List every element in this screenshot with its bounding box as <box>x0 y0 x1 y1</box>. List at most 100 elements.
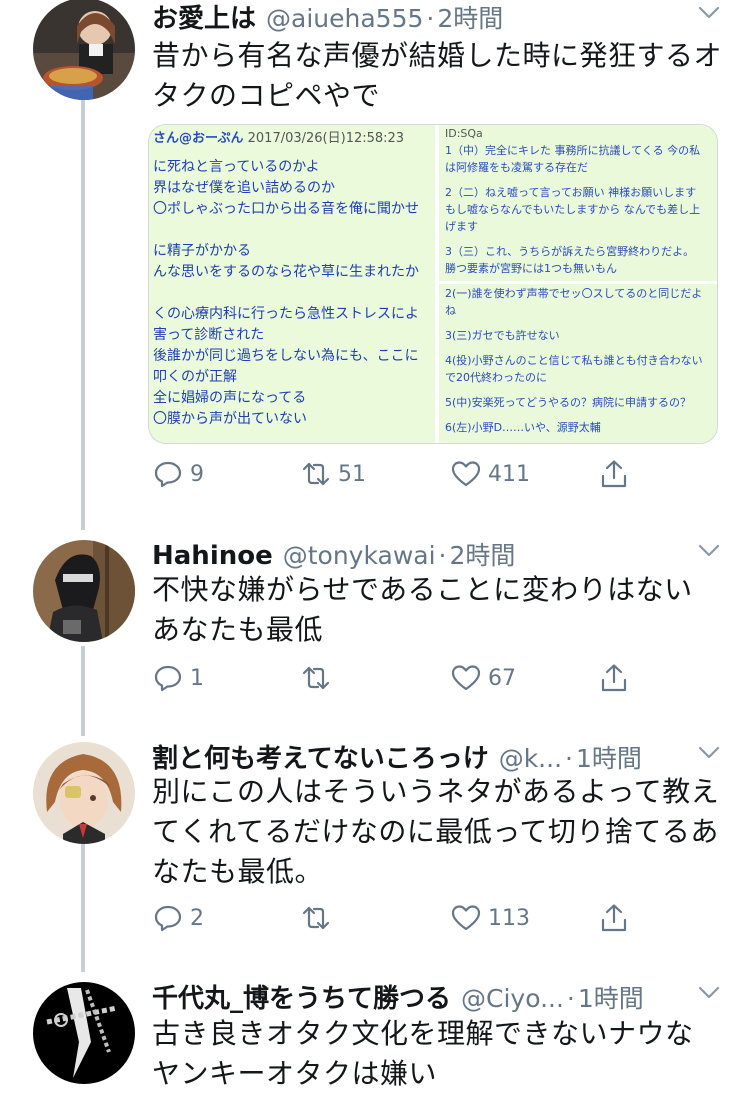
retweet-button[interactable] <box>300 902 338 934</box>
share-button[interactable] <box>598 662 630 694</box>
post-line: 4(投)小野さんのこと信じて私も誰とも付き合わない <box>445 354 703 367</box>
avatar[interactable] <box>33 540 135 642</box>
tweet[interactable]: Hahinoe @tonykawai · 2時間 不快な嫌がらせであることに変わ… <box>0 530 750 730</box>
like-count: 113 <box>488 905 530 931</box>
timestamp[interactable]: 2時間 <box>450 536 516 572</box>
post-line: 6(左)小野D……いや、源野太輔 <box>445 421 601 434</box>
post-body-bottom: 2(一)誰を使わず声帯でセッ〇スしてるのと同じだよ ね 3(三)ガセでも許せない… <box>445 285 711 436</box>
retweet-button[interactable]: 51 <box>300 458 366 490</box>
share-icon <box>601 460 627 488</box>
tweet-text-line: ヤンキーオタクは嫌い <box>152 1057 438 1090</box>
reply-button[interactable]: 9 <box>152 458 204 490</box>
post-line: 叩くのが正解 <box>153 369 237 385</box>
like-button[interactable]: 113 <box>450 902 530 934</box>
post-line: 3（三）これ、うちらが訴えたら宮野終わりだよ。 <box>445 245 695 258</box>
media-image-right[interactable]: ID:SQa 1（中）完全にキレた 事務所に抗議してくる 今の私 は阿修羅をも凌… <box>439 125 717 443</box>
tweet[interactable]: お愛上は @aiueha555 · 2時間 昔から有名な声優が結婚した時に発狂す… <box>0 0 750 520</box>
tweet-text-line: てくれてるだけなのに最低って切り捨てるあ <box>152 815 719 848</box>
post-line: げます <box>445 220 478 233</box>
post-line: ID:SQa <box>445 127 483 140</box>
like-count: 411 <box>488 461 530 487</box>
post-user: さん@おーぷん <box>153 131 244 146</box>
separator-dot: · <box>426 4 435 33</box>
post-line: 害って診断された <box>153 327 265 343</box>
chevron-down-icon[interactable] <box>698 986 720 1000</box>
display-name[interactable]: Hahinoe <box>152 541 273 571</box>
chevron-down-icon[interactable] <box>698 6 720 20</box>
reply-count: 9 <box>190 461 204 487</box>
reply-button[interactable]: 2 <box>152 902 204 934</box>
display-name[interactable]: 割と何も考えてないころっけ <box>152 738 489 775</box>
tweet-header: Hahinoe @tonykawai · 2時間 <box>152 536 686 572</box>
like-button[interactable]: 411 <box>450 458 530 490</box>
reply-count: 1 <box>190 665 204 691</box>
separator-dot: · <box>438 541 447 570</box>
heart-icon <box>451 905 481 931</box>
tweet-actions: 2 113 <box>152 902 642 942</box>
tweet-text: 別にこの人はそういうネタがあるよって教え てくれてるだけなのに最低って切り捨てる… <box>152 772 730 892</box>
share-icon <box>601 904 627 932</box>
reply-button[interactable]: 1 <box>152 662 204 694</box>
retweet-count: 51 <box>338 461 366 487</box>
post-line <box>445 176 711 184</box>
timestamp[interactable]: 1時間 <box>578 979 644 1015</box>
share-icon <box>601 664 627 692</box>
post-line <box>445 386 711 394</box>
post-line: んな思いをするのなら花や草に生まれたか <box>153 264 419 280</box>
tweet-actions: 9 51 411 <box>152 458 642 498</box>
post-line: 5(中)安楽死ってどうやるの？病院に申請するの？ <box>445 396 692 409</box>
post-line: 2(一)誰を使わず声帯でセッ〇スしてるのと同じだよ <box>445 287 703 300</box>
tweet[interactable]: 千代丸_博をうちて勝つる @Ciyo... · 1時間 古き良きオタク文化を理解… <box>0 972 750 1096</box>
tweet-text-line: 古き良きオタク文化を理解できないナウな <box>152 1017 694 1050</box>
post-header: さん@おーぷん 2017/03/26(日)12:58:23 <box>153 127 404 146</box>
post-line <box>445 411 711 419</box>
separator-dot: · <box>566 984 575 1013</box>
share-button[interactable] <box>598 902 630 934</box>
reply-icon <box>154 905 182 932</box>
post-line: 〇膜から声が出ていない <box>153 411 307 427</box>
post-line: に死ねと言っているのかよ <box>153 159 320 175</box>
post-line: 後誰かが同じ過ちをしない為にも、ここに <box>153 348 419 364</box>
like-button[interactable]: 67 <box>450 662 516 694</box>
post-line: 〇ポしゃぶった口から出る音を俺に聞かせ <box>153 201 419 217</box>
display-name[interactable]: 千代丸_博をうちて勝つる <box>152 978 451 1015</box>
media-divider <box>439 281 717 284</box>
avatar[interactable] <box>33 0 135 100</box>
media-image[interactable]: さん@おーぷん 2017/03/26(日)12:58:23 に死ねと言っているの… <box>148 124 718 444</box>
retweet-icon <box>302 462 330 486</box>
display-name[interactable]: お愛上は <box>152 0 256 35</box>
tweet-header: 千代丸_博をうちて勝つる @Ciyo... · 1時間 <box>152 978 686 1015</box>
media-image-left[interactable]: さん@おーぷん 2017/03/26(日)12:58:23 に死ねと言っているの… <box>149 125 435 443</box>
user-handle[interactable]: @k... <box>499 744 562 773</box>
avatar[interactable] <box>33 742 135 844</box>
timestamp[interactable]: 1時間 <box>576 739 642 775</box>
tweet-text: 不快な嫌がらせであることに変わりはない あなたも最低 <box>152 570 730 650</box>
retweet-button[interactable] <box>300 662 338 694</box>
post-line: 界はなぜ僕を追い詰めるのか <box>153 180 335 196</box>
timestamp[interactable]: 2時間 <box>437 0 503 35</box>
post-line: 3(三)ガセでも許せない <box>445 329 560 342</box>
post-line: 全に娼婦の声になってる <box>153 390 307 406</box>
avatar[interactable] <box>33 982 135 1084</box>
post-body-top: ID:SQa 1（中）完全にキレた 事務所に抗議してくる 今の私 は阿修羅をも凌… <box>445 125 711 281</box>
tweet-text-line: 昔から有名な声優が結婚した時に発狂するオ <box>152 39 723 72</box>
share-button[interactable] <box>598 458 630 490</box>
avatar-photo <box>33 982 135 1084</box>
tweet[interactable]: 割と何も考えてないころっけ @k... · 1時間 別にこの人はそういうネタがあ… <box>0 732 750 972</box>
user-handle[interactable]: @Ciyo... <box>461 984 564 1013</box>
tweet-text-line: 別にこの人はそういうネタがあるよって教え <box>152 775 720 808</box>
avatar-photo <box>33 540 135 642</box>
heart-icon <box>451 461 481 487</box>
post-line: で20代終わったのに <box>445 371 547 384</box>
reply-icon <box>154 665 182 692</box>
chevron-down-icon[interactable] <box>698 544 720 558</box>
post-line: もし嘘ならなんでもいたしますから なんでも差し上 <box>445 203 701 216</box>
chevron-down-icon[interactable] <box>698 746 720 760</box>
post-line: に精子がかかる <box>153 243 251 259</box>
avatar-photo <box>33 742 135 844</box>
post-line <box>445 319 711 327</box>
tweet-text: 古き良きオタク文化を理解できないナウな ヤンキーオタクは嫌い <box>152 1014 730 1094</box>
post-line: 1（中）完全にキレた 事務所に抗議してくる 今の私 <box>445 144 701 157</box>
user-handle[interactable]: @tonykawai <box>283 541 436 570</box>
user-handle[interactable]: @aiueha555 <box>266 4 423 33</box>
